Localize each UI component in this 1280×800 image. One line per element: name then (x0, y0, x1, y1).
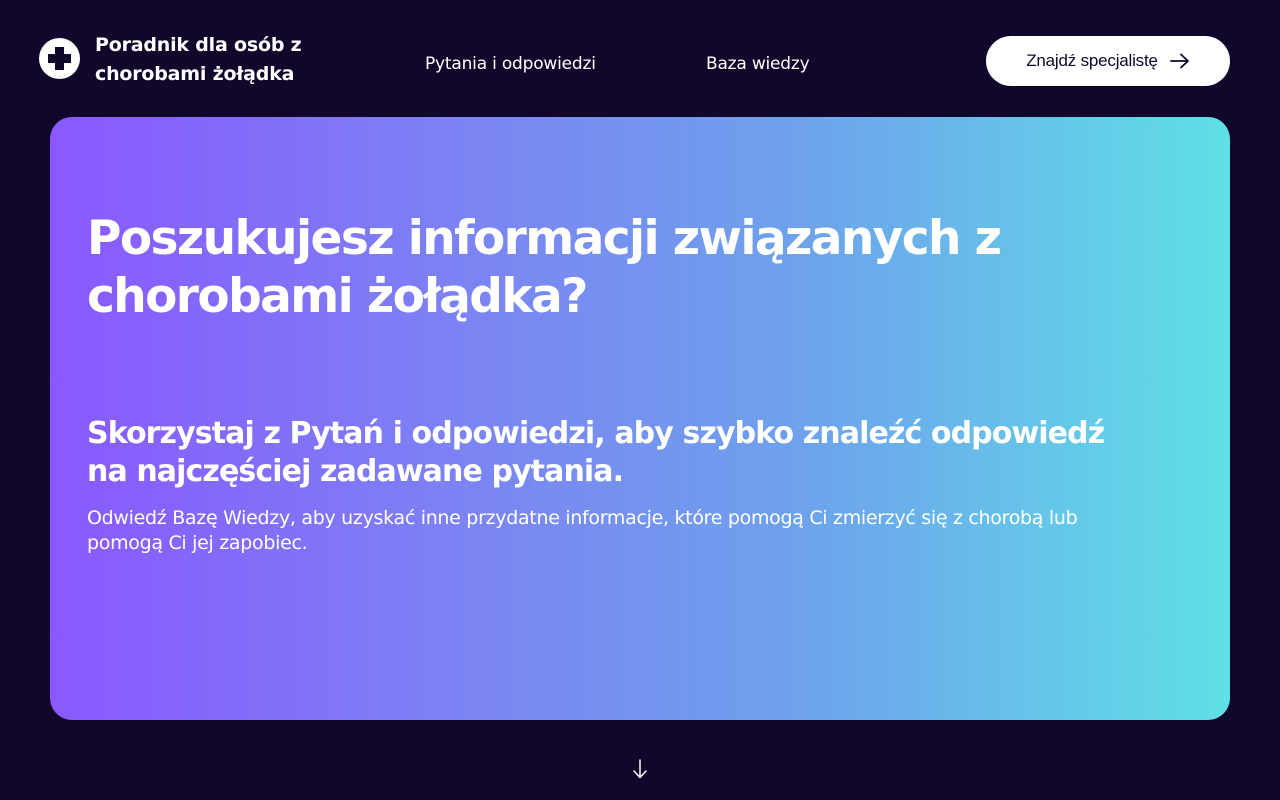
medical-cross-icon[interactable] (39, 38, 80, 79)
find-specialist-button[interactable]: Znajdź specjalistę (986, 36, 1230, 86)
hero-subtitle: Skorzystaj z Pytań i odpowiedzi, aby szy… (87, 416, 1105, 489)
find-specialist-label: Znajdź specjalistę (1026, 51, 1158, 70)
nav-link-qa[interactable]: Pytania i odpowiedzi (425, 52, 596, 76)
arrow-down-icon[interactable] (630, 758, 650, 780)
page: Poradnik dla osób z chorobami żołądka Py… (0, 0, 1280, 800)
hero-card: Poszukujesz informacji związanych z chor… (50, 117, 1230, 720)
hero-description: Odwiedź Bazę Wiedzy, aby uzyskać inne pr… (87, 507, 1078, 554)
hero-title: Poszukujesz informacji związanych z chor… (87, 211, 1002, 324)
site-title[interactable]: Poradnik dla osób z chorobami żołądka (95, 31, 355, 89)
nav-link-knowledge-base[interactable]: Baza wiedzy (706, 52, 810, 76)
arrow-right-icon (1169, 53, 1190, 69)
